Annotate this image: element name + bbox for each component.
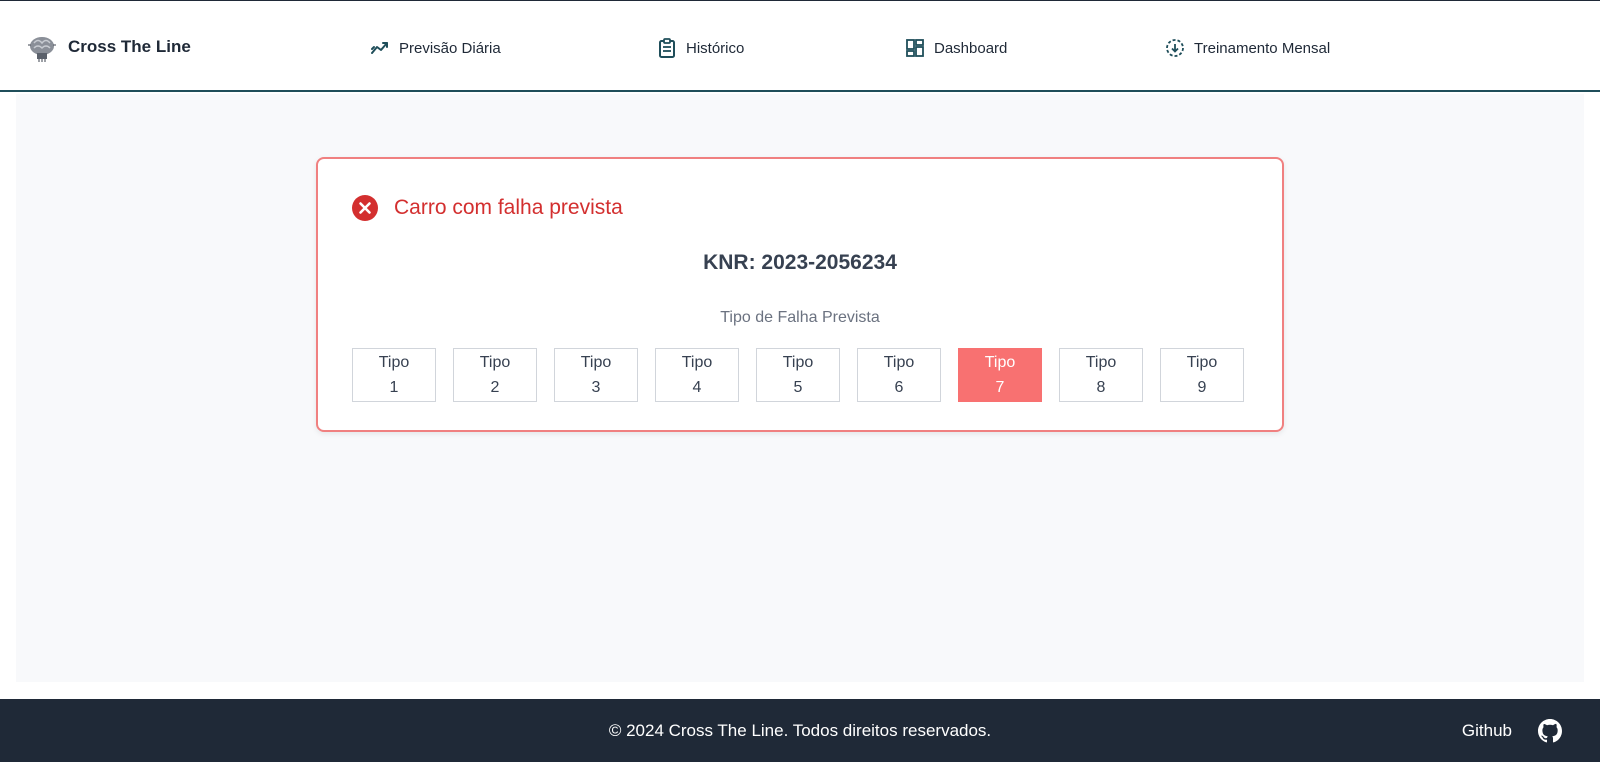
type-word: Tipo xyxy=(580,354,612,371)
failure-type-1: Tipo 1 xyxy=(352,348,436,402)
failure-type-8: Tipo 8 xyxy=(1059,348,1143,402)
type-number: 1 xyxy=(389,379,399,396)
type-number: 9 xyxy=(1197,379,1207,396)
nav-dashboard[interactable]: Dashboard xyxy=(905,36,1007,60)
brain-chip-logo-icon xyxy=(28,37,56,62)
failure-type-5: Tipo 5 xyxy=(756,348,840,402)
type-number: 4 xyxy=(692,379,702,396)
trend-chart-icon xyxy=(371,42,388,54)
top-navbar: Cross The Line Previsão Diária Histórico… xyxy=(0,0,1600,92)
failure-type-9: Tipo 9 xyxy=(1160,348,1244,402)
type-number: 2 xyxy=(490,379,500,396)
type-word: Tipo xyxy=(479,354,511,371)
knr-value: KNR: 2023-2056234 xyxy=(703,251,897,274)
github-icon xyxy=(1538,718,1562,742)
failure-type-list: Tipo 1 Tipo 2 Tipo 3 Tipo 4 Tipo 5 Tipo … xyxy=(352,348,1244,402)
brand[interactable]: Cross The Line xyxy=(26,31,191,63)
dashboard-icon xyxy=(906,39,924,57)
type-word: Tipo xyxy=(984,354,1016,371)
footer: © 2024 Cross The Line. Todos direitos re… xyxy=(0,699,1600,762)
type-word: Tipo xyxy=(1186,354,1218,371)
nav-historico[interactable]: Histórico xyxy=(657,36,744,60)
nav-label: Treinamento Mensal xyxy=(1194,39,1331,57)
failure-type-6: Tipo 6 xyxy=(857,348,941,402)
type-number: 6 xyxy=(894,379,904,396)
nav-label: Histórico xyxy=(686,39,745,57)
type-number: 7 xyxy=(995,379,1005,396)
failure-type-3: Tipo 3 xyxy=(554,348,638,402)
error-circle-icon xyxy=(352,195,378,221)
type-word: Tipo xyxy=(782,354,814,371)
failure-type-2: Tipo 2 xyxy=(453,348,537,402)
failure-type-label: Tipo de Falha Prevista xyxy=(720,309,880,326)
github-link[interactable]: Github xyxy=(1462,699,1562,762)
type-number: 5 xyxy=(793,379,803,396)
type-word: Tipo xyxy=(378,354,410,371)
github-label: Github xyxy=(1461,720,1512,740)
nav-label: Dashboard xyxy=(934,39,1008,57)
type-word: Tipo xyxy=(883,354,915,371)
type-number: 3 xyxy=(591,379,601,396)
main-content: Carro com falha prevista KNR: 2023-20562… xyxy=(16,94,1584,682)
type-word: Tipo xyxy=(1085,354,1117,371)
copyright-text: © 2024 Cross The Line. Todos direitos re… xyxy=(608,720,992,740)
clipboard-icon xyxy=(659,38,675,58)
result-title: Carro com falha prevista xyxy=(394,196,623,219)
type-word: Tipo xyxy=(681,354,713,371)
failure-type-7: Tipo 7 xyxy=(958,348,1042,402)
nav-previsao-diaria[interactable]: Previsão Diária xyxy=(370,36,501,60)
type-number: 8 xyxy=(1096,379,1106,396)
failure-type-4: Tipo 4 xyxy=(655,348,739,402)
nav-treinamento-mensal[interactable]: Treinamento Mensal xyxy=(1165,36,1330,60)
nav-label: Previsão Diária xyxy=(399,39,501,57)
download-circle-icon xyxy=(1166,39,1184,57)
result-header: Carro com falha prevista xyxy=(352,195,623,221)
brand-name: Cross The Line xyxy=(68,37,191,56)
prediction-result-card: Carro com falha prevista KNR: 2023-20562… xyxy=(316,157,1284,432)
